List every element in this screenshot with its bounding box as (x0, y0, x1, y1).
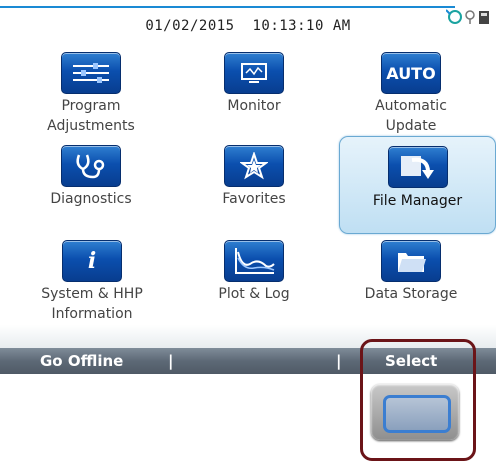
select-hardware-button-face (383, 395, 451, 433)
plot-icon (224, 240, 284, 282)
info-icon: i (62, 240, 122, 282)
tile-favorites[interactable]: Favorites (195, 145, 313, 209)
tile-label: Data Storage (364, 286, 458, 302)
tile-label: Plot & Log (218, 286, 290, 302)
sliders-icon (61, 52, 121, 94)
tile-label: Automatic Update (375, 98, 447, 134)
auto-icon-text: AUTO (386, 63, 436, 83)
softkey-separator-right: | (336, 352, 342, 370)
softkey-separator-left: | (168, 352, 174, 370)
connection-icon (445, 9, 462, 24)
folder-icon (381, 240, 441, 282)
tile-automatic-update[interactable]: AUTO Automatic Update (352, 52, 470, 136)
star-icon (224, 145, 284, 187)
tile-label: Favorites (222, 191, 286, 207)
go-offline-softkey[interactable]: Go Offline (40, 352, 123, 370)
tile-diagnostics[interactable]: Diagnostics (32, 145, 150, 209)
search-icon (465, 10, 475, 24)
folder-arrow-icon (387, 146, 448, 188)
tile-file-manager[interactable]: File Manager (339, 136, 496, 234)
status-icons (445, 8, 494, 28)
tile-label: File Manager (372, 193, 463, 209)
tile-label: System & HHP Information (41, 286, 143, 322)
auto-icon: AUTO (381, 52, 441, 94)
tile-data-storage[interactable]: Data Storage (352, 240, 470, 304)
tile-label: Diagnostics (50, 191, 132, 207)
tile-monitor[interactable]: Monitor (195, 52, 313, 116)
tile-program-adjustments[interactable]: Program Adjustments (32, 52, 150, 136)
tile-label: Program Adjustments (47, 98, 135, 134)
monitor-icon (224, 52, 284, 94)
stethoscope-icon (61, 145, 121, 187)
select-hardware-button[interactable] (371, 384, 459, 440)
top-accent-line (0, 6, 455, 8)
tile-plot-log[interactable]: Plot & Log (195, 240, 313, 304)
info-icon-text: i (87, 248, 97, 274)
tile-label: Monitor (227, 98, 281, 114)
datetime-display: 01/02/2015 10:13:10 AM (145, 18, 351, 34)
calculator-icon (479, 11, 489, 24)
tile-system-hhp-information[interactable]: i System & HHP Information (22, 240, 162, 324)
